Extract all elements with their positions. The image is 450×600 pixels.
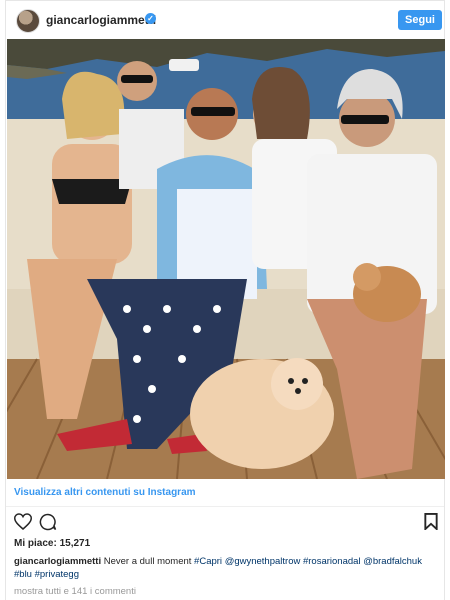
- username[interactable]: giancarlogiammetti: [46, 13, 156, 27]
- caption-tag[interactable]: #privategg: [35, 569, 79, 580]
- caption: giancarlogiammetti Never a dull moment #…: [14, 555, 434, 581]
- comment-bubble-icon[interactable]: [39, 513, 57, 536]
- post-photo[interactable]: [7, 39, 445, 479]
- view-more-link[interactable]: Visualizza altri contenuti su Instagram: [14, 487, 196, 498]
- caption-tag[interactable]: #rosarionadal: [303, 556, 361, 567]
- view-comments-link[interactable]: mostra tutti e 141 i commenti: [14, 586, 136, 597]
- caption-username[interactable]: giancarlogiammetti: [14, 556, 101, 567]
- divider: [6, 506, 444, 507]
- photo-illustration: [7, 39, 445, 479]
- heart-icon[interactable]: [13, 513, 33, 535]
- bookmark-icon[interactable]: [424, 513, 438, 535]
- instagram-embed: giancarlogiammetti ✓ Segui Visualizza al…: [5, 0, 445, 600]
- like-count: Mi piace: 15,271: [14, 538, 91, 549]
- caption-tag[interactable]: @bradfalchuk: [363, 556, 422, 567]
- follow-button[interactable]: Segui: [398, 10, 442, 30]
- caption-tag[interactable]: #blu: [14, 569, 32, 580]
- caption-text: Never a dull moment: [103, 556, 192, 567]
- avatar[interactable]: [16, 9, 40, 33]
- caption-tag[interactable]: #Capri: [194, 556, 222, 567]
- post-header: giancarlogiammetti ✓ Segui: [6, 1, 444, 39]
- verified-icon: ✓: [145, 13, 156, 24]
- caption-tag[interactable]: @gwynethpaltrow: [225, 556, 301, 567]
